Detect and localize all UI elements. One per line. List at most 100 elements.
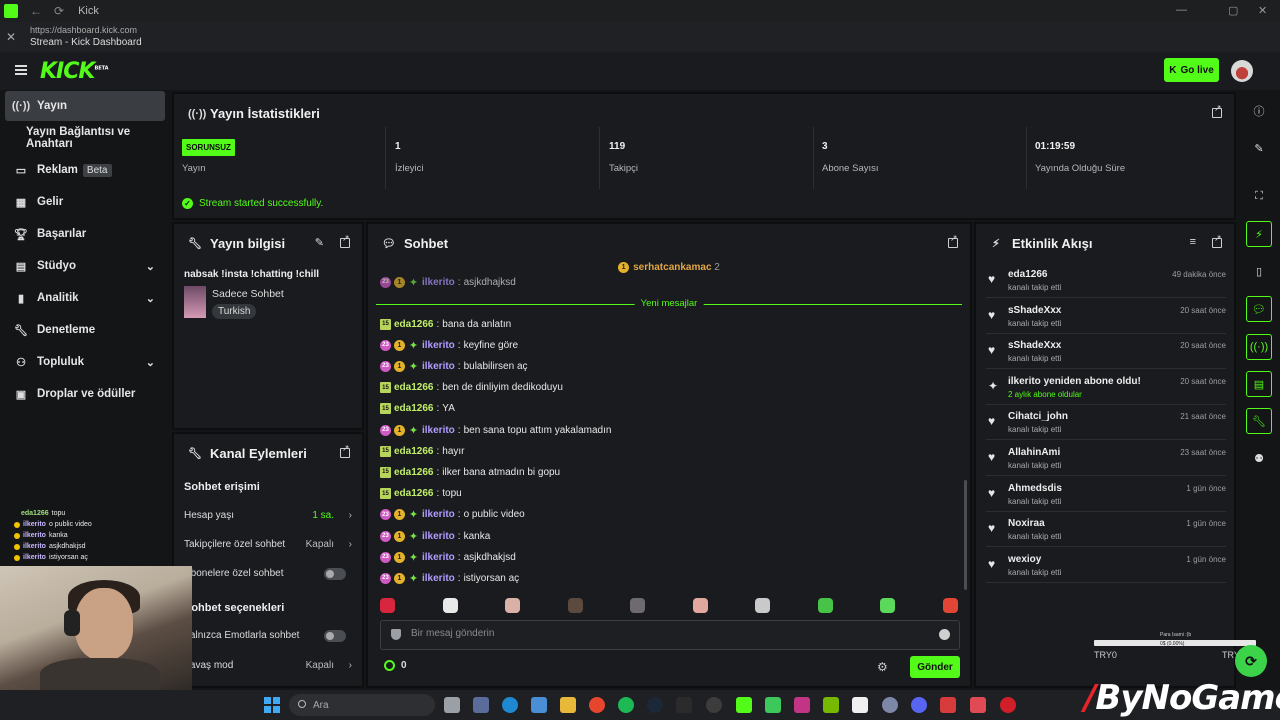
sidebar-item-studyo[interactable]: ▤ Stüdyo ⌄ bbox=[5, 251, 165, 281]
chat-username[interactable]: eda1266 bbox=[394, 319, 433, 330]
chat-message[interactable]: 23 1 ✦ ilkerito: o public video bbox=[380, 507, 525, 523]
taskbar-search[interactable]: Ara bbox=[289, 694, 435, 716]
close-window-icon[interactable]: ✕ bbox=[1258, 4, 1267, 17]
chat-input[interactable] bbox=[411, 628, 911, 639]
emote-only-toggle[interactable] bbox=[324, 630, 346, 642]
slow-mode-row[interactable]: Yavaş mod Kapalı › bbox=[184, 660, 352, 671]
page-url[interactable]: https://dashboard.kick.com bbox=[30, 25, 137, 35]
sidebar-item-stream-key[interactable]: Yayın Bağlantısı ve Anahtarı bbox=[16, 123, 176, 153]
emote-icon[interactable] bbox=[567, 598, 583, 613]
chrome-icon[interactable] bbox=[589, 697, 605, 713]
emote-icon[interactable] bbox=[505, 598, 521, 613]
shield-icon[interactable] bbox=[391, 629, 401, 640]
chat-message[interactable]: 23 1 ✦ ilkerito: keyfine göre bbox=[380, 337, 518, 353]
sidebar-item-denetleme[interactable]: 🔧︎ Denetleme bbox=[5, 315, 165, 345]
info-icon[interactable]: ⓘ bbox=[1246, 98, 1272, 124]
chat-username[interactable]: ilkerito bbox=[422, 531, 455, 542]
app-icon[interactable] bbox=[882, 697, 898, 713]
chat-bubble-icon[interactable]: 💬︎ bbox=[1246, 296, 1272, 322]
popout-icon[interactable] bbox=[1212, 103, 1222, 118]
edit-pencil-icon[interactable]: ✎ bbox=[315, 236, 324, 249]
kick-logo[interactable]: KICKBETA bbox=[40, 59, 109, 84]
wrench-icon[interactable]: 🔧︎ bbox=[1246, 408, 1272, 434]
document-icon[interactable]: ▯ bbox=[1246, 258, 1272, 284]
activity-item[interactable]: ♥ sShadeXxx kanalı takip etti 20 saat önce bbox=[986, 300, 1226, 334]
steam-icon[interactable] bbox=[647, 697, 663, 713]
close-page-icon[interactable]: ✕ bbox=[6, 30, 16, 44]
sidebar-item-analitik[interactable]: ▮ Analitik ⌄ bbox=[5, 283, 165, 313]
followers-only-row[interactable]: Takipçilere özel sohbet Kapalı › bbox=[184, 539, 352, 550]
go-live-button[interactable]: K Go live bbox=[1164, 58, 1219, 82]
chat-username[interactable]: ilkerito bbox=[422, 552, 455, 563]
emoji-icon[interactable] bbox=[939, 629, 950, 640]
emote-icon[interactable] bbox=[692, 598, 708, 613]
stream-info-icon[interactable]: ▤ bbox=[1246, 371, 1272, 397]
minimize-icon[interactable]: — bbox=[1176, 4, 1187, 16]
edit-pencil-icon[interactable]: ✎ bbox=[1246, 135, 1272, 161]
chat-message[interactable]: 23 1 ✦ ilkerito: kanka bbox=[380, 528, 490, 544]
community-icon[interactable]: ⚉ bbox=[1246, 445, 1272, 471]
top-gifter[interactable]: 1 serhatcankamac 2 bbox=[368, 262, 970, 273]
chat-message[interactable]: 15 eda1266: topu bbox=[380, 486, 462, 502]
instagram-icon[interactable] bbox=[794, 697, 810, 713]
chat-message[interactable]: 23 1 ✦ ilkerito: asjkdhajksd bbox=[380, 274, 516, 290]
chat-username[interactable]: ilkerito bbox=[422, 509, 455, 520]
fullscreen-icon[interactable]: ⛶ bbox=[1246, 183, 1272, 209]
chat-scrollbar[interactable] bbox=[964, 480, 967, 590]
g-app-icon[interactable] bbox=[852, 697, 868, 713]
menu-icon[interactable] bbox=[15, 65, 27, 75]
sidebar-item-basarilar[interactable]: 🏆︎ Başarılar bbox=[5, 219, 165, 249]
send-button[interactable]: Gönder bbox=[910, 656, 960, 678]
whatsapp-icon[interactable] bbox=[765, 697, 781, 713]
emote-icon[interactable] bbox=[442, 598, 458, 613]
gear-icon[interactable]: ⚙ bbox=[877, 660, 888, 674]
sidebar-item-yayin[interactable]: ((·)) Yayın bbox=[5, 91, 165, 121]
activity-item[interactable]: ♥ sShadeXxx kanalı takip etti 20 saat önce bbox=[986, 335, 1226, 370]
chat-message[interactable]: 15 eda1266: ben de dinliyim dedikoduyu bbox=[380, 380, 563, 396]
chat-message[interactable]: 23 1 ✦ ilkerito: ben sana topu attım yakalam… bbox=[380, 422, 611, 438]
windows-start-icon[interactable] bbox=[264, 697, 280, 713]
chat-username[interactable]: ilkerito bbox=[422, 361, 455, 372]
activity-item[interactable]: ♥ eda1266 kanalı takip etti 49 dakika önce bbox=[986, 264, 1226, 298]
chat-message[interactable]: 15 eda1266: YA bbox=[380, 401, 455, 417]
chat-username[interactable]: eda1266 bbox=[394, 467, 433, 478]
restore-icon[interactable]: ▢ bbox=[1228, 4, 1238, 17]
user-avatar[interactable] bbox=[1231, 60, 1253, 82]
channel-points[interactable]: 0 bbox=[384, 660, 407, 671]
emote-icon[interactable] bbox=[755, 598, 771, 613]
folder-icon[interactable] bbox=[560, 697, 576, 713]
popout-icon[interactable] bbox=[340, 443, 350, 458]
edge-icon[interactable] bbox=[502, 697, 518, 713]
task-view-icon[interactable] bbox=[444, 697, 460, 713]
chat-message[interactable]: 15 eda1266: bana da anlatın bbox=[380, 316, 511, 332]
activity-item[interactable]: ♥ Cihatci_john kanalı takip etti 21 saat ön… bbox=[986, 406, 1226, 441]
sidebar-item-droplar[interactable]: ▣ Droplar ve ödüller bbox=[5, 379, 165, 409]
opera-icon[interactable] bbox=[1000, 697, 1016, 713]
widgets-icon[interactable] bbox=[473, 697, 489, 713]
activity-item[interactable]: ♥ Noxiraa kanalı takip etti 1 gün önce bbox=[986, 513, 1226, 548]
epic-games-icon[interactable] bbox=[676, 697, 692, 713]
obs-icon[interactable] bbox=[706, 697, 722, 713]
emote-icon[interactable] bbox=[880, 598, 896, 613]
sidebar-item-reklam[interactable]: ▭ Reklam Beta bbox=[5, 155, 165, 185]
emote-icon[interactable] bbox=[817, 598, 833, 613]
chat-message[interactable]: 15 eda1266: ilker bana atmadın bi gopu bbox=[380, 464, 560, 480]
activity-item[interactable]: ♥ AllahinAmi kanalı takip etti 23 saat önce bbox=[986, 442, 1226, 476]
activity-item[interactable]: ✦ ilkerito yeniden abone oldu! 2 aylık abo… bbox=[986, 371, 1226, 405]
chat-username[interactable]: ilkerito bbox=[422, 425, 455, 436]
chat-message[interactable]: 23 1 ✦ ilkerito: bulabilirsen aç bbox=[380, 358, 528, 374]
refresh-fab-icon[interactable]: ⟳ bbox=[1235, 645, 1267, 677]
subs-only-toggle[interactable] bbox=[324, 568, 346, 580]
discord-icon[interactable] bbox=[911, 697, 927, 713]
chat-message[interactable]: 23 1 ✦ ilkerito: asjkdhakjsd bbox=[380, 549, 516, 565]
app-icon[interactable] bbox=[970, 697, 986, 713]
sidebar-item-gelir[interactable]: ▦ Gelir bbox=[5, 187, 165, 217]
refresh-icon[interactable]: ⟳ bbox=[54, 4, 64, 18]
chat-message[interactable]: 23 1 ✦ ilkerito: istiyorsan aç bbox=[380, 570, 519, 586]
emote-icon[interactable] bbox=[380, 598, 395, 613]
emote-icon[interactable] bbox=[942, 598, 958, 613]
chat-username[interactable]: eda1266 bbox=[394, 488, 433, 499]
back-arrow-icon[interactable]: ← bbox=[30, 4, 42, 18]
chat-username[interactable]: eda1266 bbox=[394, 382, 433, 393]
account-age-row[interactable]: Hesap yaşı 1 sa. › bbox=[184, 510, 352, 521]
